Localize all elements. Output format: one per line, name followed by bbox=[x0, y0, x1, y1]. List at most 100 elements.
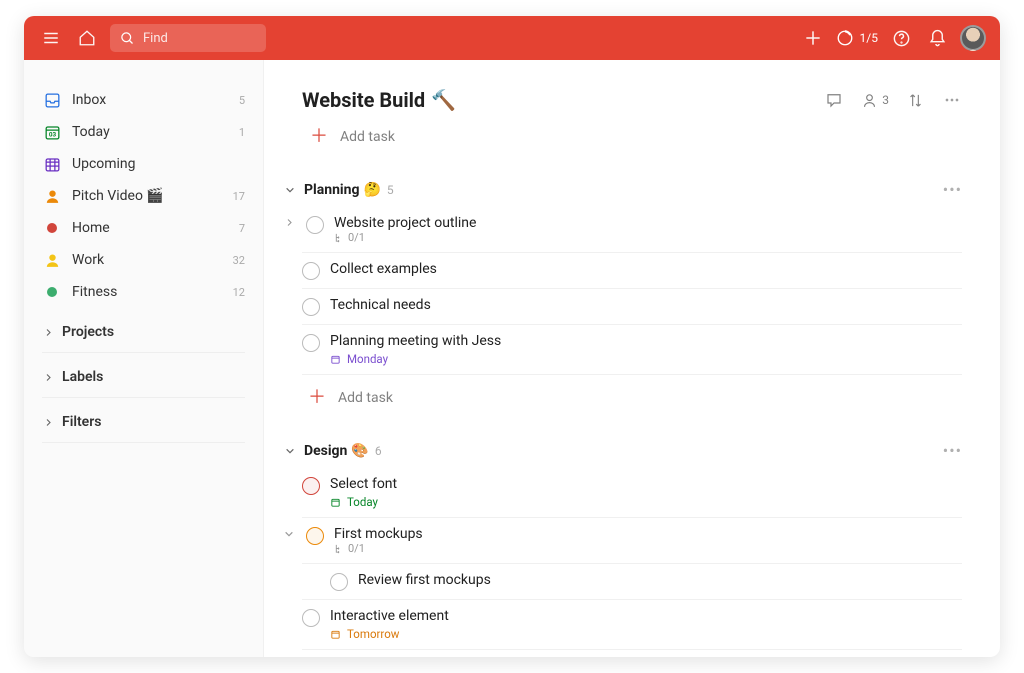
share-count: 3 bbox=[882, 93, 889, 107]
task-checkbox[interactable] bbox=[306, 216, 324, 234]
section-title: Design 🎨 6 bbox=[304, 443, 382, 459]
sidebar-item-label: Work bbox=[72, 252, 223, 268]
sidebar-item-inbox[interactable]: Inbox 5 bbox=[32, 84, 255, 116]
sidebar-item-count: 5 bbox=[239, 94, 245, 107]
project-color-dot bbox=[47, 287, 57, 297]
task-row[interactable]: Planning meeting with Jess Monday bbox=[302, 325, 962, 375]
user-avatar[interactable] bbox=[960, 25, 986, 51]
search-input[interactable]: Find bbox=[110, 24, 266, 52]
chevron-right-icon bbox=[42, 416, 54, 428]
body: Inbox 5 03 Today 1 Upcoming bbox=[24, 60, 1000, 657]
sidebar-item-label: Pitch Video 🎬 bbox=[72, 188, 223, 204]
task-row[interactable]: Select font Today bbox=[302, 468, 962, 518]
task-checkbox[interactable] bbox=[330, 573, 348, 591]
divider bbox=[42, 397, 245, 398]
sidebar-item-label: Upcoming bbox=[72, 156, 245, 172]
person-icon bbox=[861, 92, 878, 109]
help-icon[interactable] bbox=[888, 25, 914, 51]
task-expand-icon[interactable] bbox=[282, 529, 296, 539]
task-title: Website project outline bbox=[334, 215, 962, 231]
task-due-date: Monday bbox=[330, 352, 962, 366]
app-window: Find 1/5 Inbox 5 bbox=[24, 16, 1000, 657]
search-icon bbox=[120, 31, 135, 46]
task-checkbox[interactable] bbox=[306, 527, 324, 545]
chevron-right-icon bbox=[42, 371, 54, 383]
sidebar-item-label: Home bbox=[72, 220, 229, 236]
task-checkbox[interactable] bbox=[302, 298, 320, 316]
home-icon[interactable] bbox=[74, 25, 100, 51]
task-expand-icon[interactable] bbox=[282, 218, 296, 227]
comment-icon bbox=[825, 91, 843, 109]
project-title[interactable]: Website Build 🔨 bbox=[302, 88, 456, 112]
calendar-icon bbox=[330, 497, 341, 508]
task-checkbox[interactable] bbox=[302, 334, 320, 352]
task-checkbox[interactable] bbox=[302, 477, 320, 495]
chevron-down-icon[interactable] bbox=[284, 184, 296, 196]
task-row[interactable]: Technical needs bbox=[302, 289, 962, 325]
task-title: Planning meeting with Jess bbox=[330, 333, 962, 349]
project-color-dot bbox=[47, 223, 57, 233]
svg-text:03: 03 bbox=[48, 130, 56, 138]
add-task-button[interactable]: ＋ Add task bbox=[306, 122, 962, 152]
sidebar-item-count: 1 bbox=[239, 126, 245, 139]
task-checkbox[interactable] bbox=[302, 262, 320, 280]
calendar-icon bbox=[330, 354, 341, 365]
inbox-icon bbox=[42, 90, 62, 110]
task-row[interactable]: Interactive element Tomorrow bbox=[302, 600, 962, 650]
subtask-indicator: 0/1 bbox=[334, 542, 962, 555]
calendar-icon bbox=[330, 629, 341, 640]
task-row[interactable]: Second round bbox=[302, 650, 962, 657]
notifications-icon[interactable] bbox=[924, 25, 950, 51]
sort-icon bbox=[907, 92, 924, 109]
section-header[interactable]: Design 🎨 6 ••• bbox=[284, 441, 962, 460]
sidebar-item-count: 17 bbox=[233, 190, 245, 203]
section-count: 5 bbox=[387, 183, 394, 197]
upcoming-icon bbox=[42, 154, 62, 174]
task-checkbox[interactable] bbox=[302, 609, 320, 627]
sidebar-item-work[interactable]: Work 32 bbox=[32, 244, 255, 276]
task-title: Interactive element bbox=[330, 608, 962, 624]
sidebar-group-labels[interactable]: Labels bbox=[32, 361, 255, 393]
plus-icon: ＋ bbox=[310, 128, 328, 146]
sidebar-group-filters[interactable]: Filters bbox=[32, 406, 255, 438]
today-icon: 03 bbox=[42, 122, 62, 142]
task-title: Select font bbox=[330, 476, 962, 492]
task-row[interactable]: Collect examples bbox=[302, 253, 962, 289]
section-more-button[interactable]: ••• bbox=[943, 441, 962, 460]
task-due-date: Tomorrow bbox=[330, 627, 962, 641]
sidebar-item-upcoming[interactable]: Upcoming bbox=[32, 148, 255, 180]
more-button[interactable] bbox=[942, 90, 962, 110]
sidebar-item-fitness[interactable]: Fitness 12 bbox=[32, 276, 255, 308]
menu-icon[interactable] bbox=[38, 25, 64, 51]
sidebar-item-today[interactable]: 03 Today 1 bbox=[32, 116, 255, 148]
quick-add-icon[interactable] bbox=[800, 25, 826, 51]
chevron-right-icon bbox=[42, 326, 54, 338]
sort-button[interactable] bbox=[907, 92, 924, 109]
sidebar-item-count: 32 bbox=[233, 254, 245, 267]
sidebar-item-count: 12 bbox=[233, 286, 245, 299]
section-planning: Planning 🤔 5 ••• Website project outline bbox=[302, 180, 962, 413]
karma-count: 1/5 bbox=[860, 31, 878, 45]
sidebar-item-home[interactable]: Home 7 bbox=[32, 212, 255, 244]
plus-icon: ＋ bbox=[308, 389, 326, 407]
project-header: Website Build 🔨 3 bbox=[302, 88, 962, 112]
add-task-button[interactable]: ＋ Add task bbox=[304, 383, 962, 413]
sidebar-item-label: Fitness bbox=[72, 284, 223, 300]
task-row[interactable]: Review first mockups bbox=[302, 564, 962, 600]
person-icon bbox=[42, 186, 62, 206]
task-title: Collect examples bbox=[330, 261, 962, 277]
task-row[interactable]: First mockups 0/1 bbox=[302, 518, 962, 564]
section-header[interactable]: Planning 🤔 5 ••• bbox=[284, 180, 962, 199]
chevron-down-icon[interactable] bbox=[284, 445, 296, 457]
divider bbox=[42, 442, 245, 443]
productivity-button[interactable]: 1/5 bbox=[836, 29, 878, 47]
task-due-date: Today bbox=[330, 495, 962, 509]
section-more-button[interactable]: ••• bbox=[943, 180, 962, 199]
task-title: Review first mockups bbox=[358, 572, 962, 588]
sidebar-item-count: 7 bbox=[239, 222, 245, 235]
sidebar-group-projects[interactable]: Projects bbox=[32, 316, 255, 348]
sidebar-item-pitch-video[interactable]: Pitch Video 🎬 17 bbox=[32, 180, 255, 212]
share-button[interactable]: 3 bbox=[861, 92, 889, 109]
task-row[interactable]: Website project outline 0/1 bbox=[302, 207, 962, 253]
comments-button[interactable] bbox=[825, 91, 843, 109]
